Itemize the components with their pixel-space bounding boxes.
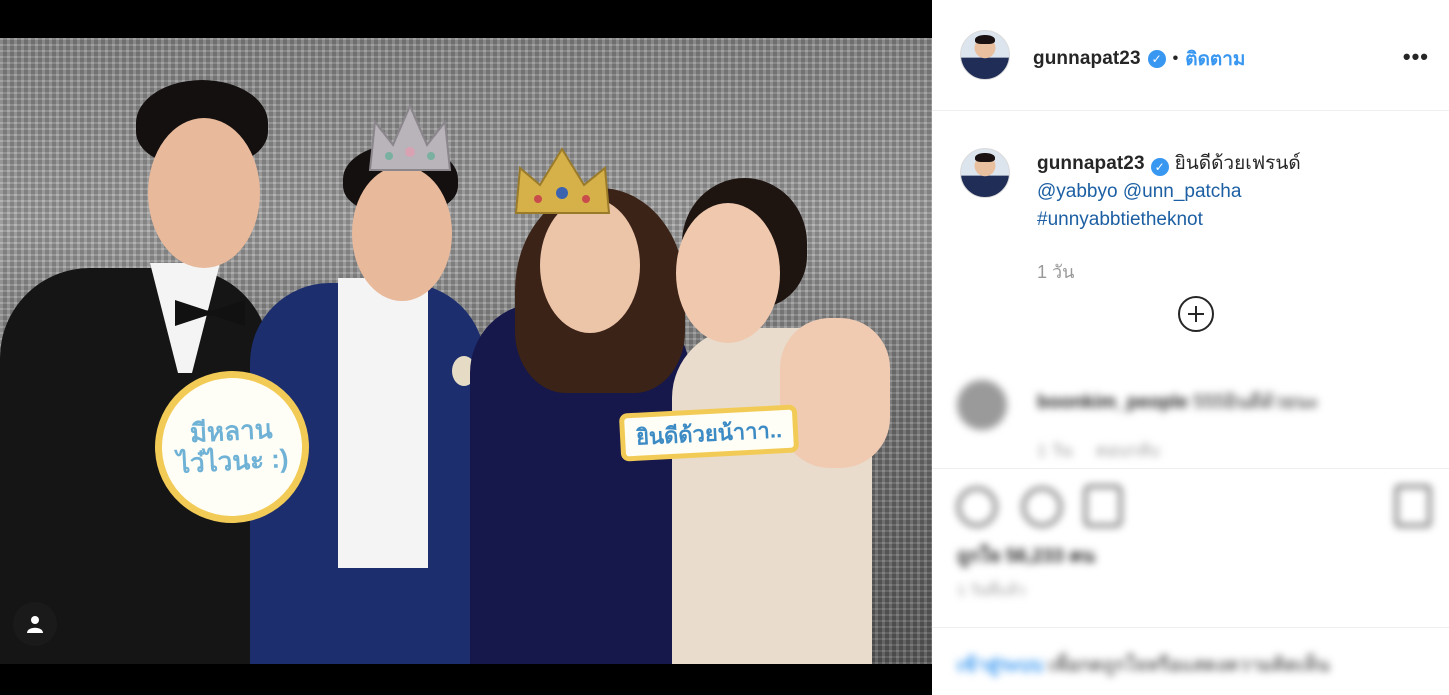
more-horizontal-icon[interactable]: •••: [1403, 44, 1429, 70]
photo-prop-rect-sign: ยินดีด้วยน้าาา..: [618, 404, 800, 462]
mention-link[interactable]: @unn_patcha: [1123, 181, 1242, 202]
comment-icon[interactable]: [1022, 487, 1062, 527]
post-header: gunnapat23 ✓ • ติดตาม •••: [932, 0, 1449, 111]
person-1-face: [148, 118, 260, 268]
heart-icon[interactable]: [957, 487, 997, 527]
comment-text: boonkim_people 555ยินดีด้วยนะ: [1037, 387, 1319, 417]
gold-crown-icon: [514, 147, 611, 214]
comment-username[interactable]: boonkim_people: [1037, 392, 1188, 413]
post-media: มีหลาน ไว๋ไวนะ :) ยินดีด้วยน้าาา..: [0, 0, 932, 695]
post-caption: gunnapat23 ✓ ยินดีด้วยเฟรนด์ @yabbyo @unn_…: [1037, 150, 1427, 234]
hashtag-link[interactable]: #unnyabbtietheknot: [1037, 209, 1203, 230]
tagged-users-button[interactable]: [13, 602, 57, 646]
caption-timestamp[interactable]: 1 วัน: [1037, 257, 1074, 286]
follow-button[interactable]: ติดตาม: [1185, 44, 1245, 74]
post-sidebar: gunnapat23 ✓ • ติดตาม ••• gunnapat23 ✓ ยิน…: [932, 0, 1449, 695]
divider: [932, 468, 1449, 469]
load-more-comments-button[interactable]: [1178, 296, 1214, 332]
divider: [932, 627, 1449, 628]
avatar[interactable]: [960, 30, 1010, 80]
person-3-face: [540, 198, 640, 333]
comment-time: 1 วัน: [1037, 441, 1073, 460]
silver-crown-icon: [368, 103, 452, 171]
caption-avatar[interactable]: [960, 148, 1010, 198]
comment-body: 555ยินดีด้วยนะ: [1193, 392, 1319, 413]
comment-meta: 1 วัน ตอบกลับ: [1037, 437, 1160, 464]
person-4-face: [676, 203, 780, 343]
header-username[interactable]: gunnapat23: [1033, 48, 1141, 70]
bookmark-icon[interactable]: [1395, 485, 1431, 527]
likes-count[interactable]: ถูกใจ 56,233 คน: [957, 541, 1095, 571]
verified-badge-icon: ✓: [1147, 50, 1166, 68]
comment-reply-button[interactable]: ตอบกลับ: [1096, 441, 1160, 460]
separator-dot: •: [1172, 50, 1179, 67]
share-icon[interactable]: [1084, 485, 1122, 527]
login-prompt-text: เพื่อกดถูกใจหรือแสดงความคิดเห็น: [1048, 655, 1330, 676]
post-age: 1 วันที่แล้ว: [957, 582, 1026, 599]
caption-text: ยินดีด้วยเฟรนด์: [1174, 153, 1301, 174]
login-link[interactable]: เข้าสู่ระบบ: [957, 655, 1043, 676]
plus-circle-icon: [1188, 306, 1204, 322]
verified-badge-icon: ✓: [1150, 158, 1169, 176]
mention-link[interactable]: @yabbyo: [1037, 181, 1118, 202]
post-photo[interactable]: มีหลาน ไว๋ไวนะ :) ยินดีด้วยน้าาา..: [0, 38, 932, 664]
user-icon: [27, 616, 43, 633]
login-prompt: เข้าสู่ระบบ เพื่อกดถูกใจหรือแสดงความคิดเ…: [957, 650, 1329, 680]
caption-username[interactable]: gunnapat23: [1037, 153, 1145, 174]
person-2-face: [352, 166, 452, 301]
comment-avatar[interactable]: [957, 380, 1007, 430]
